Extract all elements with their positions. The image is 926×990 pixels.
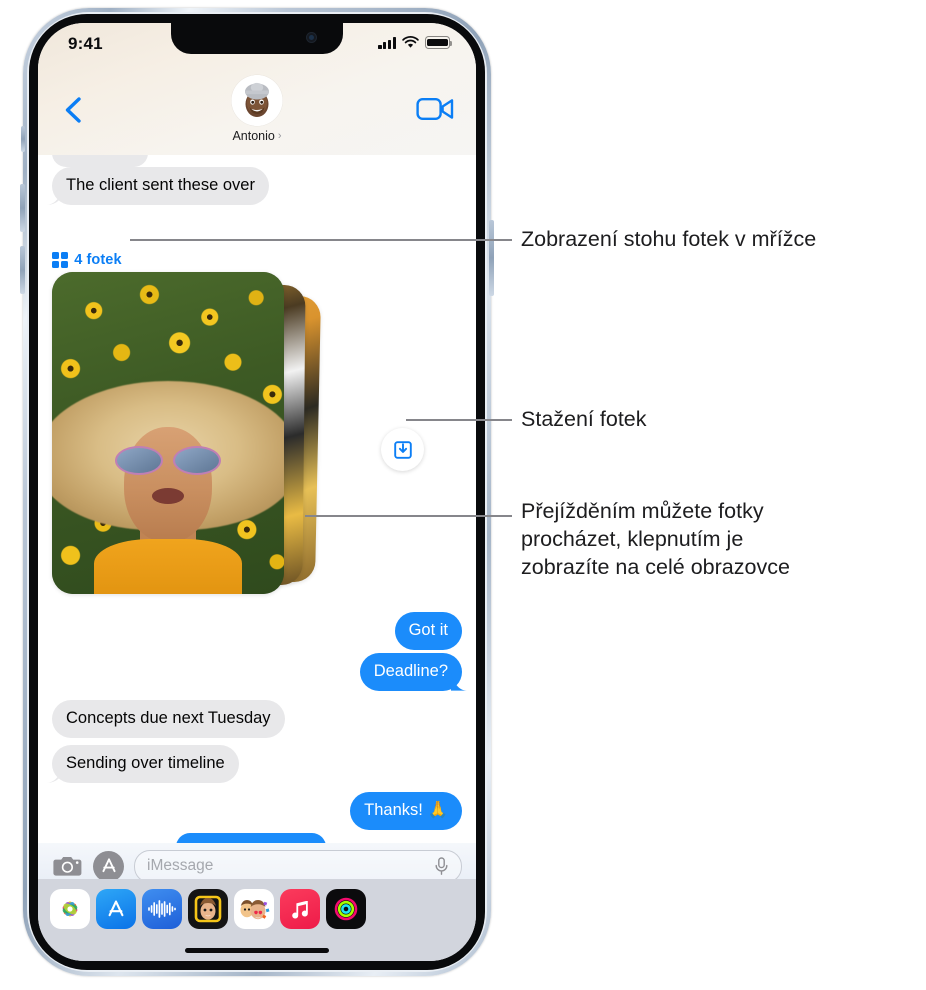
leader-line-grid (130, 239, 512, 241)
message-bubble[interactable] (52, 155, 148, 167)
camera-icon (53, 857, 82, 876)
camera-button[interactable] (52, 851, 83, 882)
save-to-tray-icon (393, 440, 412, 459)
fitness-app-icon[interactable] (326, 889, 366, 929)
message-bubble[interactable]: The client sent these over (52, 167, 269, 205)
wifi-icon (402, 36, 419, 48)
message-text: Sending over timeline (66, 754, 225, 772)
photo-image (52, 272, 284, 594)
microphone-icon[interactable] (434, 856, 449, 876)
contact-name-row: Antonio › (232, 129, 281, 143)
message-bubble[interactable] (176, 833, 326, 843)
home-indicator (185, 948, 329, 953)
app-store-icon (101, 858, 116, 873)
memoji-stickers-app-icon[interactable] (234, 889, 274, 929)
message-bubble[interactable]: Deadline? (359, 653, 462, 691)
message-text: Concepts due next Tuesday (66, 709, 271, 727)
mute-switch[interactable] (21, 126, 25, 152)
message-bubble[interactable]: Got it (394, 612, 462, 650)
message-text: Deadline? (373, 662, 448, 680)
battery-full-icon (425, 36, 452, 49)
memoji-avatar[interactable] (231, 75, 283, 126)
message-text: Thanks! 🙏 (364, 801, 448, 819)
message-bubble[interactable]: Concepts due next Tuesday (52, 700, 285, 738)
photo-stack-badge[interactable]: 4 fotek (52, 252, 122, 269)
facetime-button[interactable] (416, 95, 456, 123)
chevron-right-icon: › (277, 129, 282, 142)
memoji-app-icon[interactable] (188, 889, 228, 929)
status-indicators (378, 36, 452, 49)
bubble-tail (451, 673, 467, 691)
phone-screen: 9:41 Antonio › The client sent these ove… (38, 23, 476, 961)
photo-stack-count: 4 fotek (74, 252, 122, 269)
volume-up-button[interactable] (20, 184, 25, 232)
device-notch (171, 23, 343, 54)
message-bubble[interactable]: Thanks! 🙏 (350, 792, 462, 830)
signal-bars-icon (378, 37, 396, 49)
message-bubble[interactable]: Sending over timeline (52, 745, 239, 783)
message-thread[interactable]: The client sent these over 4 fotek Got i… (38, 155, 476, 843)
message-text: The client sent these over (66, 176, 255, 194)
message-input-field[interactable]: iMessage (134, 849, 462, 883)
music-app-icon[interactable] (280, 889, 320, 929)
power-button[interactable] (489, 220, 494, 296)
message-text: Got it (408, 621, 448, 639)
photo-card-front[interactable] (52, 272, 284, 594)
contact-header[interactable]: Antonio › (231, 75, 283, 143)
volume-down-button[interactable] (20, 246, 25, 294)
nav-bar: Antonio › (38, 67, 476, 155)
download-photos-button[interactable] (381, 428, 424, 471)
photos-app-icon[interactable] (50, 889, 90, 929)
front-camera-icon (306, 32, 317, 43)
callout-swipe: Přejížděním můžete fotky procházet, klep… (521, 499, 790, 579)
apps-button[interactable] (93, 850, 124, 882)
contact-name: Antonio (232, 129, 275, 143)
grid-2x2-icon (52, 252, 69, 269)
status-time: 9:41 (68, 34, 103, 53)
audio-message-app-icon[interactable] (142, 889, 182, 929)
iphone-device: 9:41 Antonio › The client sent these ove… (20, 8, 494, 976)
bubble-tail (47, 765, 63, 783)
back-button[interactable] (58, 93, 92, 127)
callout-download: Stažení fotek (521, 407, 647, 431)
bubble-tail (47, 187, 63, 205)
callout-grid-view: Zobrazení stohu fotek v mřížce (521, 227, 817, 251)
app-store-app-icon[interactable] (96, 889, 136, 929)
leader-line-download (406, 419, 512, 421)
photo-stack[interactable] (52, 272, 352, 607)
message-placeholder: iMessage (147, 857, 214, 874)
leader-line-swipe (305, 515, 512, 517)
